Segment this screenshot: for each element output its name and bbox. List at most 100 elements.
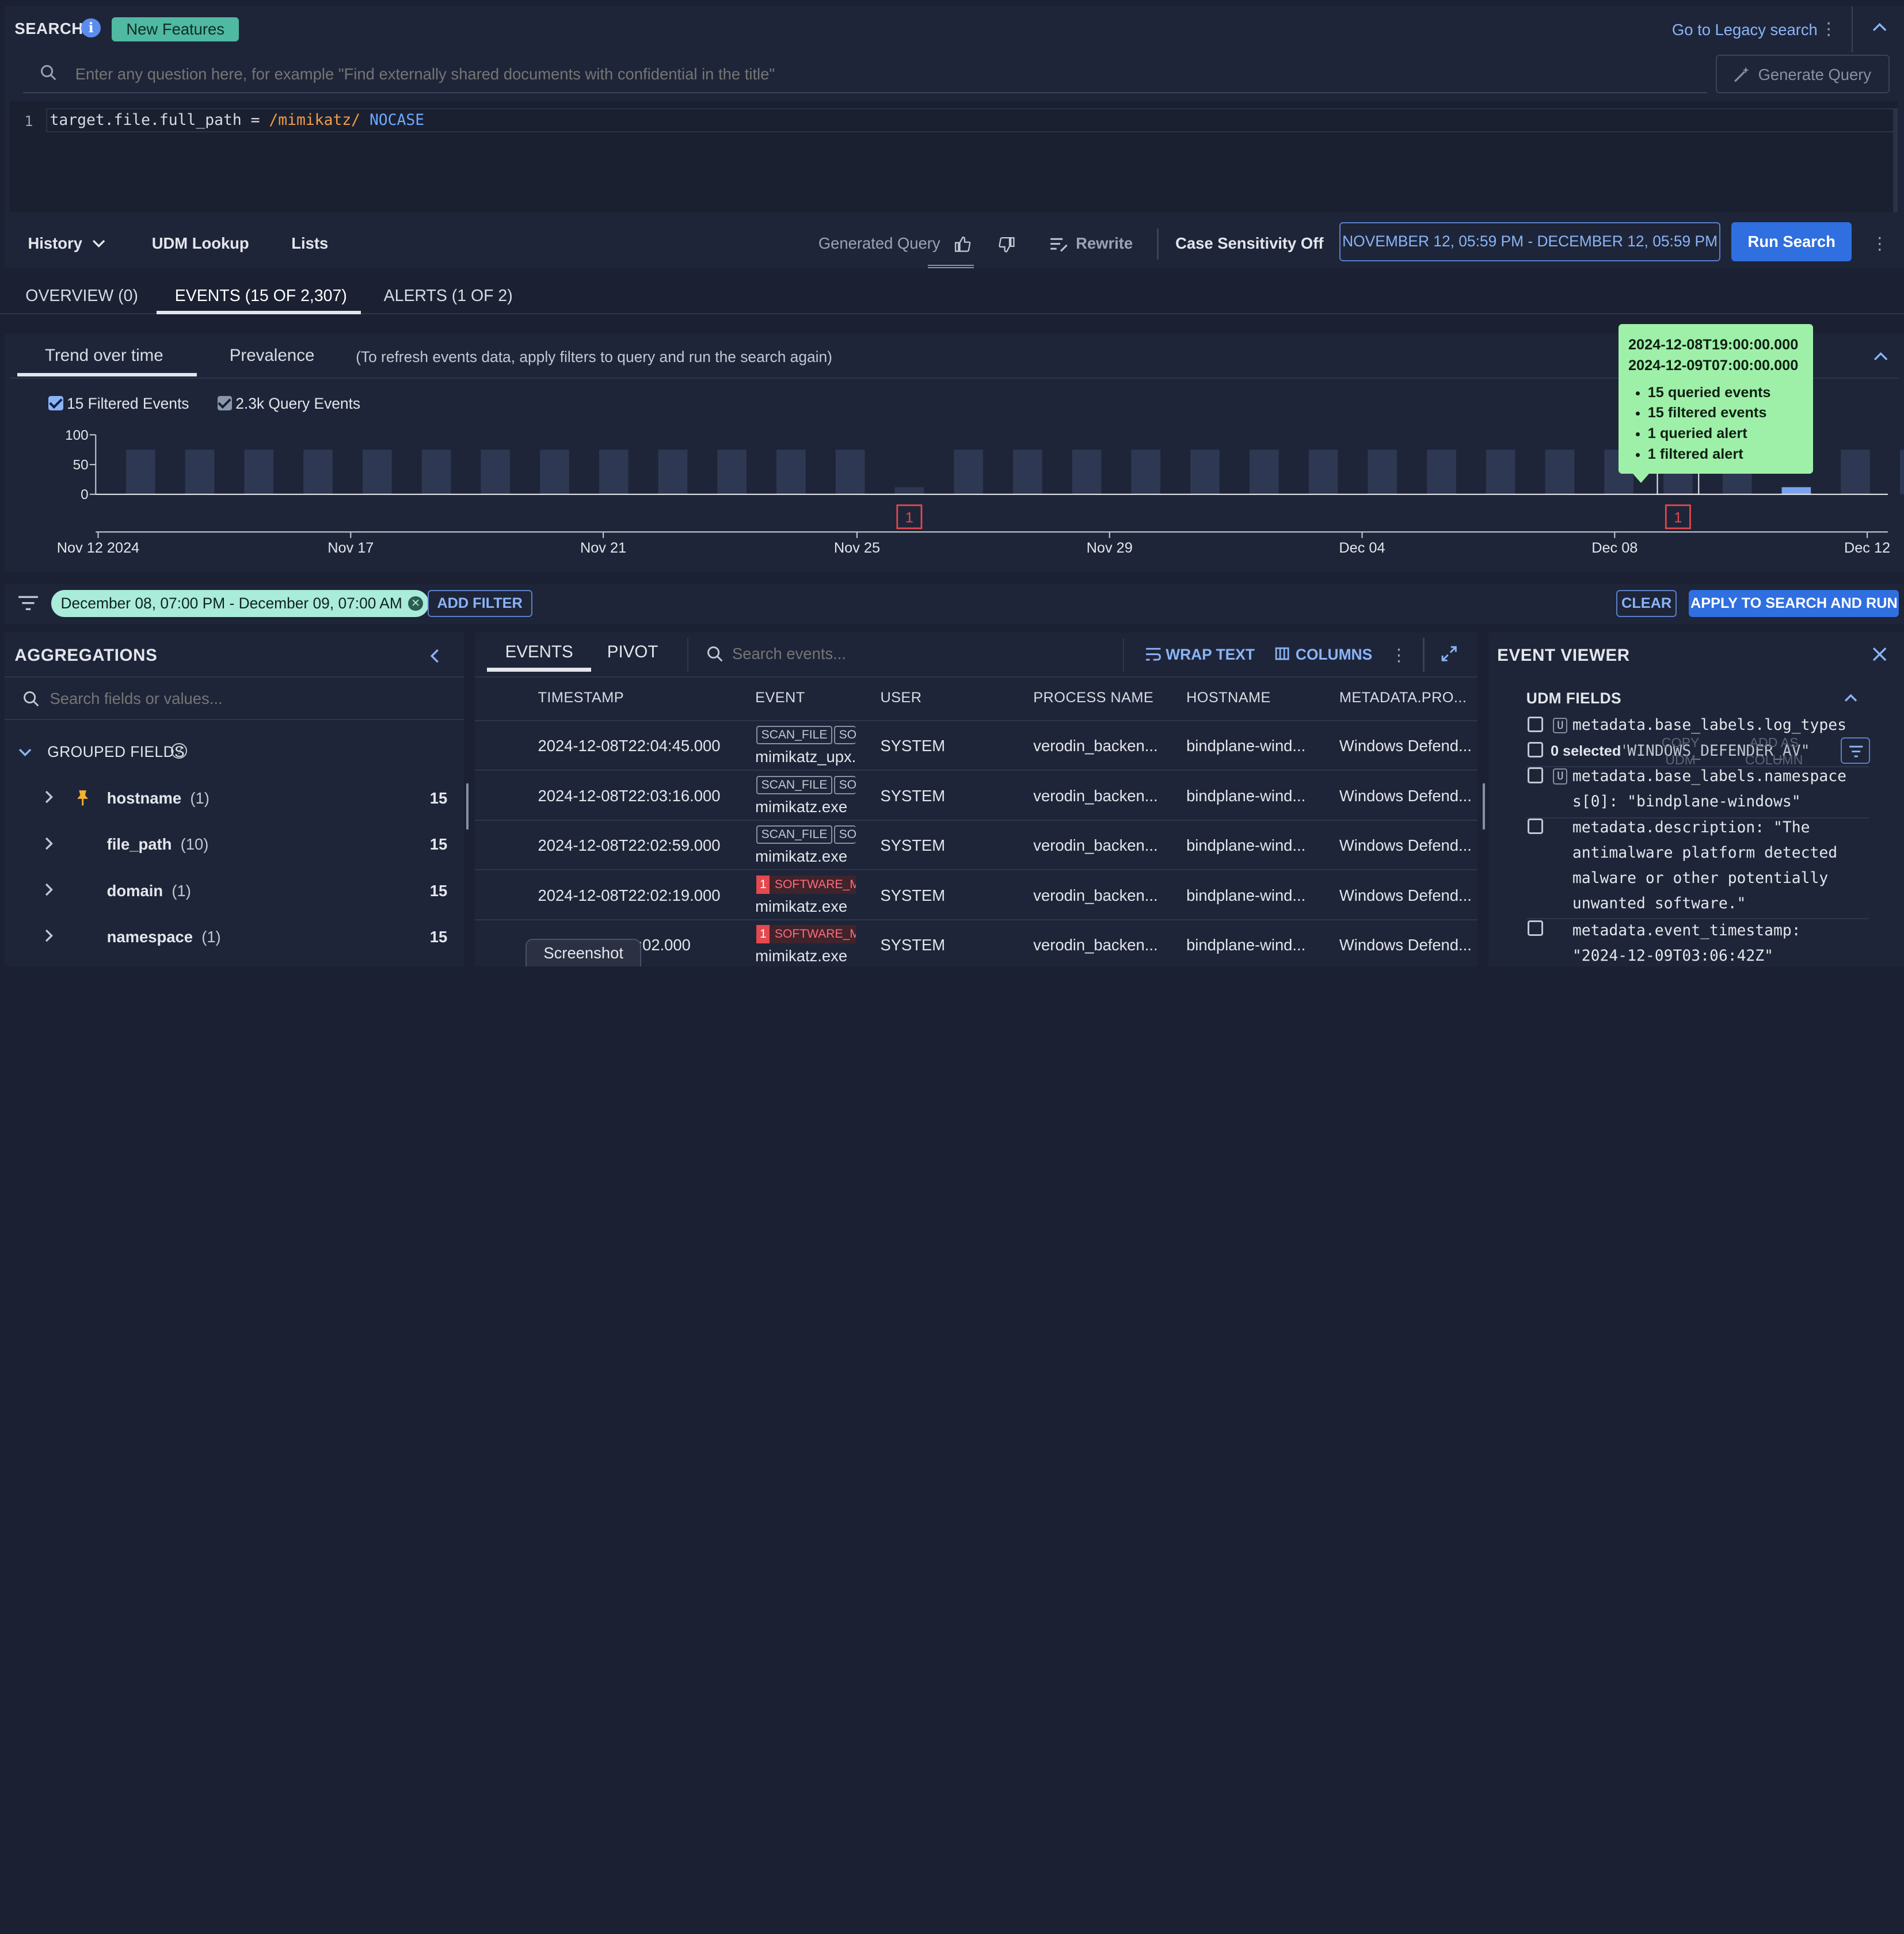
field-checkbox[interactable] <box>1527 716 1544 733</box>
events-search-input[interactable] <box>732 645 1096 664</box>
thumbs-down-icon[interactable] <box>998 237 1015 254</box>
agg-row-namespace[interactable]: namespace (1) 15 <box>5 913 463 959</box>
udm-lookup-button[interactable]: UDM Lookup <box>152 234 249 253</box>
time-filter-chip[interactable]: December 08, 07:00 PM - December 09, 07:… <box>51 590 429 617</box>
history-dropdown[interactable]: History <box>28 234 82 253</box>
expand-icon[interactable] <box>1441 646 1457 662</box>
field-checkbox[interactable] <box>1527 920 1544 936</box>
columns-button[interactable]: COLUMNS <box>1296 646 1372 664</box>
agg-row-file-path[interactable]: file_path (10) 15 <box>5 821 463 867</box>
tab-overview[interactable]: OVERVIEW (0) <box>25 287 138 306</box>
new-features-badge[interactable]: New Features <box>112 17 239 41</box>
generate-query-label: Generate Query <box>1758 65 1872 83</box>
agg-row-domain[interactable]: domain (1) 15 <box>5 867 463 913</box>
query-bar <box>1250 450 1280 494</box>
tooltip-filtered-events: 15 filtered events <box>1648 403 1803 424</box>
event-type-tag: SO <box>834 825 856 844</box>
query-editor[interactable]: 1 target.file.full_path = /mimikatz/ NOC… <box>9 101 1898 213</box>
more-options-icon[interactable]: ⋮ <box>1820 21 1837 38</box>
chevron-right-icon[interactable] <box>45 837 54 850</box>
column-process-name[interactable]: PROCESS NAME <box>1033 690 1153 706</box>
chevron-right-icon[interactable] <box>45 790 54 804</box>
thumbs-up-icon[interactable] <box>954 235 972 253</box>
tab-pivot[interactable]: PIVOT <box>607 642 658 662</box>
tooltip-end: 2024-12-09T07:00:00.000 <box>1628 357 1799 374</box>
aggregations-search-input[interactable] <box>49 690 439 709</box>
filtered-events-checkbox[interactable] <box>48 395 63 411</box>
events-search <box>687 637 1125 672</box>
chevron-right-icon[interactable] <box>45 929 54 942</box>
cell-user: SYSTEM <box>880 836 946 855</box>
lists-button[interactable]: Lists <box>291 234 328 253</box>
tab-alerts[interactable]: ALERTS (1 OF 2) <box>384 287 513 306</box>
table-row[interactable]: 2024-12-08T22:03:16.000 SCAN_FILE SO mim… <box>474 770 1478 819</box>
x-tick-label: Dec 08 <box>1592 540 1638 556</box>
query-bar <box>1486 450 1515 494</box>
column-timestamp[interactable]: TIMESTAMP <box>538 690 624 706</box>
query-bar <box>1427 450 1457 494</box>
select-all-checkbox[interactable] <box>1527 741 1544 758</box>
search-label: SEARCH <box>14 19 83 37</box>
events-more-icon[interactable]: ⋮ <box>1390 647 1407 664</box>
field-value: antimalware platform detected <box>1572 844 1838 862</box>
resize-handle[interactable] <box>927 264 974 269</box>
editor-scrollbar[interactable] <box>1892 108 1898 213</box>
query-bar <box>658 450 688 494</box>
generate-query-button[interactable]: Generate Query <box>1715 54 1890 94</box>
filter-fields-button[interactable] <box>1841 737 1870 764</box>
screenshot-button[interactable]: Screenshot <box>525 938 641 967</box>
date-range-button[interactable]: NOVEMBER 12, 05:59 PM - DECEMBER 12, 05:… <box>1339 222 1721 261</box>
toolbar-more-icon[interactable]: ⋮ <box>1871 235 1888 253</box>
alert-tag-label: SOFTWARE_M <box>774 877 856 891</box>
collapse-chevron-icon[interactable] <box>1873 351 1888 361</box>
alert-tag-label: SOFTWARE_M <box>774 927 856 941</box>
chevron-right-icon[interactable] <box>45 883 54 896</box>
events-toolbar-divider <box>1423 637 1425 672</box>
rewrite-button[interactable]: Rewrite <box>1076 234 1133 253</box>
apply-and-run-button[interactable]: APPLY TO SEARCH AND RUN <box>1689 590 1899 617</box>
query-events-checkbox[interactable] <box>217 395 232 411</box>
clear-filters-button[interactable]: CLEAR <box>1616 590 1677 617</box>
cell-process: verodin_backen... <box>1033 836 1158 855</box>
wrap-text-button[interactable]: WRAP TEXT <box>1166 646 1255 664</box>
event-viewer-title: EVENT VIEWER <box>1497 646 1630 665</box>
chevron-down-icon[interactable] <box>92 239 105 248</box>
remove-filter-icon[interactable]: ✕ <box>408 596 423 611</box>
tab-events-list[interactable]: EVENTS <box>505 642 573 662</box>
pin-icon[interactable] <box>75 789 90 806</box>
close-icon[interactable] <box>1872 647 1887 661</box>
alert-count: 1 <box>756 925 770 944</box>
nl-query-input[interactable] <box>75 63 1690 85</box>
left-splitter[interactable] <box>466 783 469 829</box>
table-row[interactable]: 2024-12-08T22:04:45.000 SCAN_FILE SO mim… <box>474 719 1478 770</box>
field-checkbox[interactable] <box>1527 818 1544 835</box>
run-search-button[interactable]: Run Search <box>1731 222 1852 261</box>
cell-process: verodin_backen... <box>1033 786 1158 805</box>
table-row[interactable]: 2024-12-08T22:02:19.000 1 SOFTWARE_M mimi… <box>474 869 1478 919</box>
chevron-up-icon[interactable] <box>1872 22 1887 32</box>
table-row[interactable]: 2024-12-08T22:02:59.000 SCAN_FILE SO mim… <box>474 819 1478 869</box>
chevron-up-icon[interactable] <box>1844 694 1857 702</box>
field-key: metadata.event_timestamp: <box>1572 922 1801 939</box>
collapse-panel-icon[interactable] <box>430 649 440 663</box>
tab-trend-over-time[interactable]: Trend over time <box>45 346 163 366</box>
field-checkbox[interactable] <box>1527 767 1544 783</box>
right-splitter[interactable] <box>1482 783 1486 829</box>
agg-row-hostname[interactable]: hostname (1) 15 <box>5 775 463 821</box>
tab-prevalence[interactable]: Prevalence <box>230 346 315 366</box>
info-icon[interactable]: i <box>81 18 101 38</box>
column-metadata[interactable]: METADATA.PRO... <box>1339 690 1467 706</box>
query-regex-token: /mimikatz/ <box>269 112 361 130</box>
case-sensitivity-toggle[interactable]: Case Sensitivity Off <box>1175 234 1323 253</box>
chevron-down-icon[interactable] <box>18 748 32 757</box>
column-user[interactable]: USER <box>880 690 921 706</box>
legacy-search-link[interactable]: Go to Legacy search <box>1672 21 1818 39</box>
cell-user: SYSTEM <box>880 786 946 805</box>
query-code-line[interactable]: target.file.full_path = /mimikatz/ NOCAS… <box>49 112 424 129</box>
trend-refresh-hint: (To refresh events data, apply filters t… <box>356 348 832 366</box>
column-hostname[interactable]: HOSTNAME <box>1186 690 1271 706</box>
filter-icon[interactable] <box>17 595 39 611</box>
column-event[interactable]: EVENT <box>755 690 805 706</box>
add-filter-button[interactable]: ADD FILTER <box>427 590 532 617</box>
tab-events[interactable]: EVENTS (15 OF 2,307) <box>175 287 347 306</box>
